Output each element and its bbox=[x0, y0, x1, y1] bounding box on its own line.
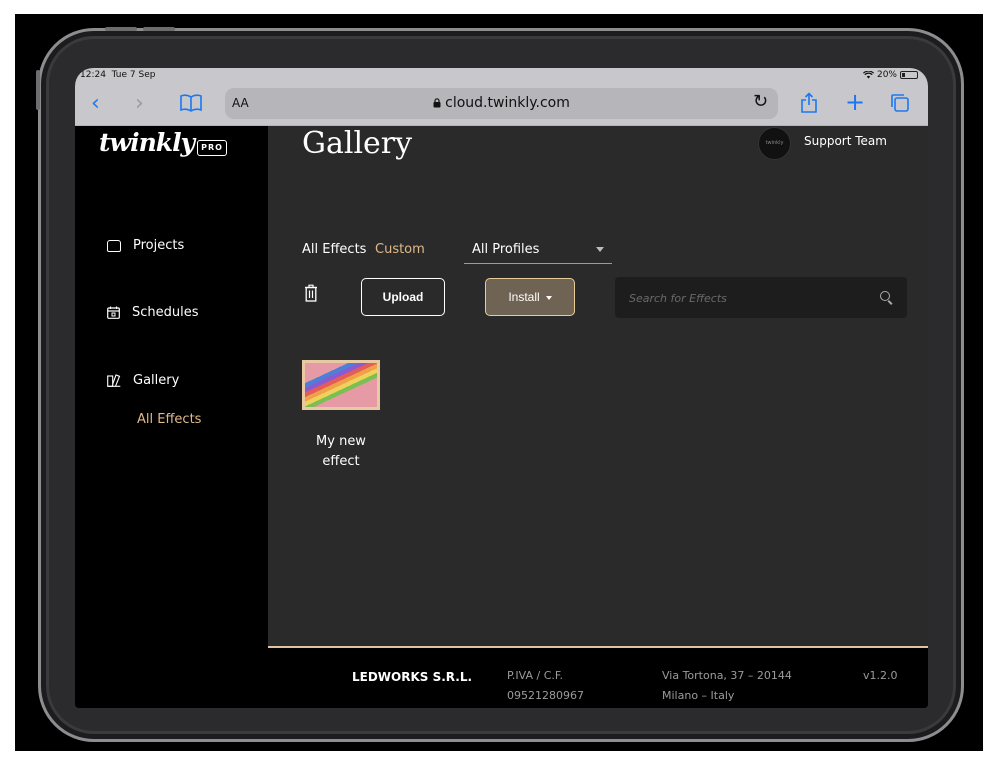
upload-button[interactable]: Upload bbox=[361, 278, 445, 316]
projects-icon bbox=[107, 239, 121, 252]
sidebar-item-label: Gallery bbox=[133, 373, 180, 388]
power-button bbox=[36, 70, 40, 110]
sidebar-item-gallery[interactable]: Gallery bbox=[107, 373, 179, 388]
volume-button-second bbox=[143, 27, 175, 31]
url-text: cloud.twinkly.com bbox=[445, 95, 570, 111]
chevron-down-icon bbox=[596, 247, 604, 252]
footer-company: LEDWORKS S.R.L. bbox=[352, 670, 473, 684]
chevron-down-icon bbox=[545, 295, 552, 300]
gallery-icon bbox=[107, 374, 121, 387]
battery-icon bbox=[900, 71, 918, 79]
browser-toolbar: ‹ › AA cloud.twinkly.com ↻ + bbox=[75, 84, 928, 126]
main-content: Gallery twinkly Support Team All Effects… bbox=[268, 126, 928, 646]
search-icon[interactable] bbox=[880, 291, 890, 301]
calendar-icon bbox=[107, 306, 120, 319]
sidebar-item-projects[interactable]: Projects bbox=[107, 238, 184, 253]
new-tab-icon[interactable]: + bbox=[845, 88, 865, 116]
forward-icon[interactable]: › bbox=[135, 90, 144, 118]
footer-version: v1.2.0 bbox=[863, 669, 898, 682]
effect-thumbnail[interactable] bbox=[302, 360, 380, 410]
footer-address: Via Tortona, 37 – 20144 Milano – Italy bbox=[662, 669, 792, 702]
profiles-dropdown[interactable]: All Profiles bbox=[464, 234, 612, 264]
sidebar-item-label: Schedules bbox=[132, 305, 199, 320]
url-display[interactable]: cloud.twinkly.com bbox=[225, 88, 778, 119]
sidebar: twinkly PRO Projects Schedules Gallery A… bbox=[75, 126, 268, 708]
sidebar-subitem-all-effects[interactable]: All Effects bbox=[137, 412, 201, 427]
page-title: Gallery bbox=[302, 126, 413, 161]
wifi-icon bbox=[862, 71, 874, 79]
effect-card[interactable]: My new effect bbox=[302, 360, 380, 472]
trash-icon[interactable] bbox=[304, 284, 318, 302]
lock-icon bbox=[433, 98, 441, 108]
tablet-screen: 12:24 Tue 7 Sep 20% ‹ › AA cloud.twinkly… bbox=[75, 68, 928, 708]
search-input[interactable] bbox=[627, 287, 871, 309]
install-label: Install bbox=[508, 290, 540, 304]
back-icon[interactable]: ‹ bbox=[91, 90, 100, 118]
volume-button-top bbox=[105, 27, 137, 31]
filter-all-effects[interactable]: All Effects bbox=[302, 242, 366, 257]
footer: LEDWORKS S.R.L. P.IVA / C.F. 09521280967 … bbox=[268, 648, 928, 708]
footer-vat: P.IVA / C.F. 09521280967 bbox=[507, 669, 584, 702]
avatar[interactable]: twinkly bbox=[758, 127, 791, 160]
twinkly-logo[interactable]: twinkly bbox=[99, 128, 195, 157]
sidebar-item-label: Projects bbox=[133, 238, 185, 253]
filter-custom[interactable]: Custom bbox=[375, 242, 425, 257]
share-icon[interactable] bbox=[800, 92, 818, 114]
reload-icon[interactable]: ↻ bbox=[753, 91, 768, 112]
sidebar-item-schedules[interactable]: Schedules bbox=[107, 305, 199, 320]
status-time: 12:24 Tue 7 Sep bbox=[80, 70, 156, 80]
pro-badge: PRO bbox=[197, 140, 227, 156]
install-button[interactable]: Install bbox=[485, 278, 575, 316]
status-bar: 12:24 Tue 7 Sep 20% bbox=[75, 68, 928, 84]
user-name[interactable]: Support Team bbox=[804, 134, 887, 148]
profiles-selected-value: All Profiles bbox=[472, 242, 540, 257]
search-field[interactable] bbox=[615, 277, 907, 318]
battery-percent: 20% bbox=[876, 70, 897, 80]
status-indicators: 20% bbox=[862, 70, 918, 80]
bookmarks-icon[interactable] bbox=[180, 94, 202, 112]
address-bar[interactable]: AA cloud.twinkly.com ↻ bbox=[225, 88, 778, 119]
effect-name: My new effect bbox=[316, 434, 366, 469]
tabs-icon[interactable] bbox=[890, 93, 910, 113]
